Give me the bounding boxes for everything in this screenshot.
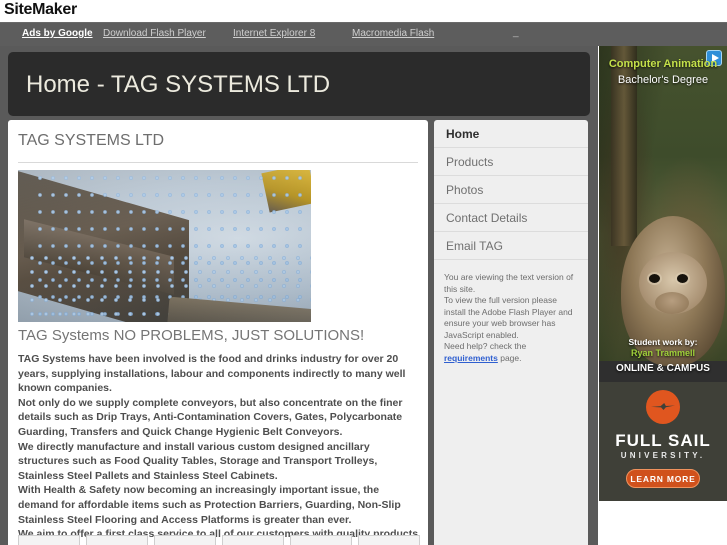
ad-brand-panel: FULL SAIL UNIVERSITY. LEARN MORE (599, 382, 727, 501)
content-tagline: TAG Systems NO PROBLEMS, JUST SOLUTIONS! (18, 327, 365, 344)
ad-monkey-eye-right (677, 274, 688, 283)
thumbnail-item[interactable] (154, 535, 216, 545)
google-ads-bar: Ads by Google Download Flash Player Inte… (0, 22, 727, 46)
content-heading: TAG SYSTEMS LTD (18, 132, 165, 149)
sidebar-item-photos[interactable]: Photos (434, 176, 588, 204)
content-divider (18, 162, 418, 163)
ad-headline: Computer Animation (608, 58, 718, 70)
ad-bottom-filler (599, 501, 727, 545)
site-sidebar: Home Products Photos Contact Details Ema… (434, 120, 588, 545)
sitemaker-logo-bar: SiteMaker (0, 0, 727, 22)
ad-online-campus-label: ONLINE & CAMPUS (616, 363, 710, 374)
sidebar-item-products[interactable]: Products (434, 148, 588, 176)
ad-subheadline: Bachelor's Degree (617, 74, 709, 86)
notice-help-prefix: Need help? check the (444, 341, 527, 351)
ad-link-internet-explorer-8[interactable]: Internet Explorer 8 (233, 28, 315, 39)
ad-brand-name: FULL SAIL (615, 431, 711, 450)
body-paragraph-3: We directly manufacture and install vari… (18, 440, 378, 482)
ad-link-macromedia-flash[interactable]: Macromedia Flash (352, 28, 434, 39)
thumbnail-strip (18, 535, 422, 545)
body-paragraph-1: TAG Systems have been involved is the fo… (18, 353, 406, 395)
sidebar-item-email-tag[interactable]: Email TAG (434, 232, 588, 260)
notice-line-3: Need help? check the requirements page. (444, 341, 578, 364)
photo-highlight-overlay (18, 170, 311, 322)
thumbnail-item[interactable] (86, 535, 148, 545)
sidebar-item-label: Photos (446, 183, 484, 197)
requirements-link[interactable]: requirements (444, 353, 498, 363)
thumbnail-item[interactable] (222, 535, 284, 545)
ad-monkey-eye-left (649, 274, 660, 283)
sitemaker-logo[interactable]: SiteMaker (4, 1, 77, 19)
full-sail-sun-logo-icon (646, 390, 680, 424)
page-title: Home - TAG SYSTEMS LTD (26, 71, 331, 98)
sidebar-item-label: Contact Details (446, 211, 528, 225)
sidebar-item-label: Products (446, 155, 494, 169)
ads-by-google-label[interactable]: Ads by Google (22, 28, 93, 39)
text-version-notice: You are viewing the text version of this… (434, 260, 588, 364)
ad-student-work-label: Student work by: (628, 337, 698, 347)
notice-help-suffix: page. (497, 352, 522, 363)
thumbnail-item[interactable] (18, 535, 80, 545)
thumbnail-item[interactable] (358, 535, 420, 545)
conveyor-photo (18, 170, 311, 322)
sidebar-item-home[interactable]: Home (434, 120, 588, 148)
notice-line-2: To view the full version please install … (444, 295, 573, 340)
sidebar-item-contact-details[interactable]: Contact Details (434, 204, 588, 232)
sidebar-item-label: Email TAG (446, 239, 503, 253)
site-title-banner: Home - TAG SYSTEMS LTD (8, 52, 590, 116)
sidebar-item-label: Home (446, 127, 480, 141)
thumbnail-item[interactable] (290, 535, 352, 545)
notice-line-1: You are viewing the text version of this… (444, 272, 574, 294)
content-body: TAG Systems have been involved is the fo… (18, 352, 422, 545)
ad-tower[interactable]: Computer Animation Bachelor's Degree Stu… (599, 46, 727, 501)
ad-student-name: Ryan Trammell (630, 348, 696, 358)
browser-page: SiteMaker Ads by Google Download Flash P… (0, 0, 727, 545)
body-paragraph-2: Not only do we supply complete conveyors… (18, 396, 403, 438)
ads-bar-collapse-dash[interactable]: _ (513, 27, 519, 38)
learn-more-button[interactable]: LEARN MORE (626, 469, 700, 488)
body-paragraph-4: With Health & Safety now becoming an inc… (18, 484, 401, 526)
ad-link-download-flash-player[interactable]: Download Flash Player (103, 28, 206, 39)
ad-monkey-muzzle (655, 292, 689, 314)
ad-background-image (599, 46, 727, 366)
ad-brand-subtitle: UNIVERSITY. (620, 451, 706, 460)
main-content-panel: TAG SYSTEMS LTD TAG Systems NO PROBLEMS,… (8, 120, 428, 545)
